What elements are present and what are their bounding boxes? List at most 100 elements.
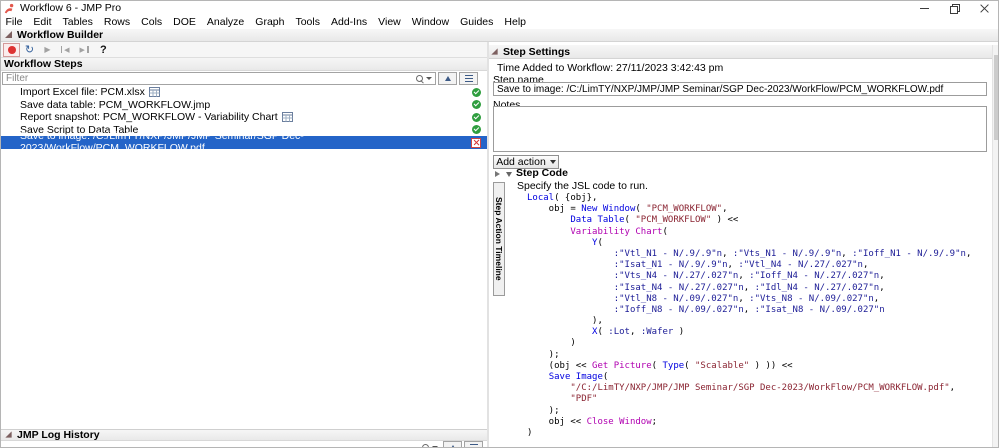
step-forward-button[interactable] bbox=[75, 43, 92, 57]
menu-item-edit[interactable]: Edit bbox=[28, 16, 57, 29]
timeline-expand-icon[interactable] bbox=[495, 171, 500, 177]
code-token: Local bbox=[527, 193, 554, 203]
menu-item-add-ins[interactable]: Add-Ins bbox=[325, 16, 372, 29]
menu-item-file[interactable]: File bbox=[0, 16, 28, 29]
step-settings-disclosure-icon[interactable] bbox=[491, 48, 497, 54]
step-code-disclosure-icon[interactable] bbox=[506, 172, 512, 177]
code-line[interactable]: X( :Lot, :Wafer ) bbox=[527, 327, 989, 338]
code-token: "/C:/LimTY/NXP/JMP/JMP Seminar/SGP Dec-2… bbox=[570, 383, 949, 393]
run-workflow-button[interactable]: ↻ bbox=[21, 43, 38, 57]
code-token: ( {obj}, bbox=[554, 193, 597, 203]
code-line[interactable]: "PDF" bbox=[527, 394, 989, 405]
code-line[interactable]: obj = New Window( "PCM_WORKFLOW", bbox=[527, 204, 989, 215]
code-token: ( bbox=[603, 372, 608, 382]
step-back-button[interactable] bbox=[57, 43, 74, 57]
code-line[interactable]: Data Table( "PCM_WORKFLOW" ) << bbox=[527, 215, 989, 226]
code-line[interactable]: :"Vtl_N8 - N/.09/.027"n, :"Vts_N8 - N/.0… bbox=[527, 294, 989, 305]
menu-item-guides[interactable]: Guides bbox=[455, 16, 499, 29]
log-search-up-button[interactable] bbox=[443, 441, 462, 448]
log-history-disclosure-icon[interactable] bbox=[5, 431, 11, 437]
code-line[interactable]: ); bbox=[527, 350, 989, 361]
title-bar: Workflow 6 - JMP Pro bbox=[0, 0, 999, 16]
scrollbar-thumb[interactable] bbox=[994, 55, 999, 140]
code-token: :"Vts_N8 - N/.09/.027"n bbox=[749, 294, 874, 304]
log-list-options-button[interactable] bbox=[464, 441, 483, 448]
workflow-step-row[interactable]: Save to image: /C:/LimTY/NXP/JMP/JMP Sem… bbox=[0, 136, 487, 149]
code-line[interactable]: ); bbox=[527, 406, 989, 417]
code-token bbox=[527, 215, 570, 225]
code-token: :"Ioff_N1 - N/.9/.9"n bbox=[852, 249, 966, 259]
status-success-icon bbox=[472, 100, 481, 109]
play-button[interactable]: ▶ bbox=[39, 43, 56, 57]
workflow-builder-disclosure-icon[interactable] bbox=[5, 31, 12, 38]
step-action-timeline-tab[interactable]: Step Action Timeline bbox=[493, 182, 505, 296]
code-token: ) bbox=[527, 338, 576, 348]
code-token: , bbox=[863, 260, 868, 270]
menu-bar: FileEditTablesRowsColsDOEAnalyzeGraphToo… bbox=[0, 16, 999, 29]
code-line[interactable]: Save Image( bbox=[527, 372, 989, 383]
workflow-step-row[interactable]: Import Excel file: PCM.xlsx bbox=[0, 86, 487, 99]
step-list-options-button[interactable] bbox=[459, 72, 478, 85]
step-name-input[interactable] bbox=[493, 82, 987, 96]
menu-item-window[interactable]: Window bbox=[406, 16, 454, 29]
code-line[interactable]: :"Vts_N4 - N/.27/.027"n, :"Ioff_N4 - N/.… bbox=[527, 271, 989, 282]
code-token bbox=[527, 372, 549, 382]
code-line[interactable]: :"Vtl_N1 - N/.9/.9"n, :"Vts_N1 - N/.9/.9… bbox=[527, 249, 989, 260]
code-token: (obj << bbox=[527, 361, 592, 371]
menu-item-rows[interactable]: Rows bbox=[98, 16, 135, 29]
code-line[interactable]: :"Isat_N4 - N/.27/.027"n, :"Idl_N4 - N/.… bbox=[527, 283, 989, 294]
menu-item-tools[interactable]: Tools bbox=[290, 16, 326, 29]
code-line[interactable]: ), bbox=[527, 316, 989, 327]
filter-row bbox=[0, 71, 487, 86]
menu-item-cols[interactable]: Cols bbox=[136, 16, 168, 29]
jmp-app-icon[interactable] bbox=[4, 3, 15, 14]
menu-item-view[interactable]: View bbox=[373, 16, 407, 29]
code-line[interactable]: ) bbox=[527, 428, 989, 439]
restore-button[interactable] bbox=[939, 0, 969, 16]
code-token: :Lot bbox=[608, 327, 630, 337]
record-button[interactable] bbox=[3, 43, 20, 57]
help-button[interactable]: ? bbox=[100, 44, 107, 56]
code-token: Type bbox=[662, 361, 684, 371]
code-token: , bbox=[841, 249, 852, 259]
workflow-step-row[interactable]: Report snapshot: PCM_WORKFLOW - Variabil… bbox=[0, 111, 487, 124]
step-action-timeline-label: Step Action Timeline bbox=[494, 197, 504, 281]
code-line[interactable]: (obj << Get Picture( Type( "Scalable" ) … bbox=[527, 361, 989, 372]
vertical-scrollbar[interactable] bbox=[992, 45, 999, 448]
menu-item-help[interactable]: Help bbox=[499, 16, 532, 29]
minimize-icon bbox=[920, 8, 929, 9]
code-line[interactable]: obj << Close Window; bbox=[527, 417, 989, 428]
code-line[interactable]: :"Ioff_N8 - N/.09/.027"n, :"Isat_N8 - N/… bbox=[527, 305, 989, 316]
workflow-step-row[interactable]: Save data table: PCM_WORKFLOW.jmp bbox=[0, 99, 487, 112]
code-token: Get Picture bbox=[592, 361, 652, 371]
code-line[interactable]: Local( {obj}, bbox=[527, 193, 989, 204]
code-token: , bbox=[879, 271, 884, 281]
filter-input[interactable] bbox=[3, 73, 415, 84]
menu-item-graph[interactable]: Graph bbox=[250, 16, 290, 29]
menu-item-doe[interactable]: DOE bbox=[168, 16, 202, 29]
code-token bbox=[527, 383, 570, 393]
close-button[interactable] bbox=[969, 0, 999, 16]
workflow-builder-title: Workflow Builder bbox=[17, 29, 103, 41]
workflow-step-label: Import Excel file: PCM.xlsx bbox=[20, 86, 145, 98]
minimize-button[interactable] bbox=[909, 0, 939, 16]
code-token: ; bbox=[652, 417, 657, 427]
code-line[interactable]: "/C:/LimTY/NXP/JMP/JMP Seminar/SGP Dec-2… bbox=[527, 383, 989, 394]
code-token: "Scalable" bbox=[695, 361, 749, 371]
filter-options-chevron-icon[interactable] bbox=[426, 77, 432, 80]
code-token: obj << bbox=[527, 417, 587, 427]
code-line[interactable]: :"Isat_N1 - N/.9/.9"n, :"Vtl_N4 - N/.27/… bbox=[527, 260, 989, 271]
code-line[interactable]: ) bbox=[527, 338, 989, 349]
menu-item-tables[interactable]: Tables bbox=[57, 16, 98, 29]
code-token bbox=[527, 249, 614, 259]
code-token: :"Vtl_N8 - N/.09/.027"n bbox=[614, 294, 739, 304]
code-token: , bbox=[744, 305, 755, 315]
code-line[interactable]: Y( bbox=[527, 238, 989, 249]
code-token bbox=[527, 327, 592, 337]
notes-textarea[interactable] bbox=[493, 106, 987, 152]
jmp-log-history-header[interactable]: JMP Log History bbox=[0, 429, 487, 441]
search-up-button[interactable] bbox=[438, 72, 457, 85]
code-line[interactable]: Variability Chart( bbox=[527, 227, 989, 238]
jsl-code-editor[interactable]: Local( {obj}, obj = New Window( "PCM_WOR… bbox=[527, 193, 989, 446]
menu-item-analyze[interactable]: Analyze bbox=[201, 16, 249, 29]
